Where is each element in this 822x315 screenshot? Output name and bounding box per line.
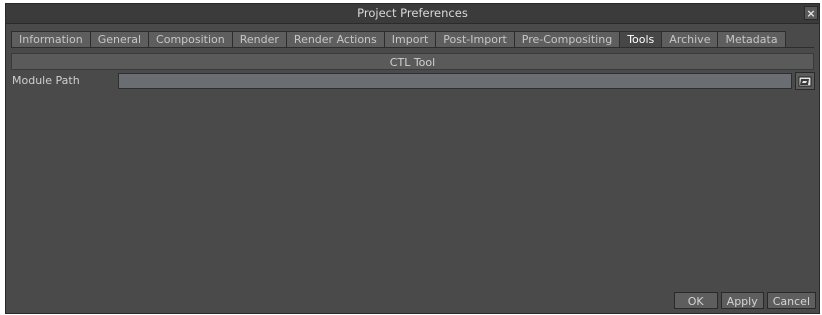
project-preferences-window: Project Preferences × Information Genera… — [5, 3, 820, 314]
browse-button[interactable] — [795, 72, 815, 90]
apply-button[interactable]: Apply — [720, 292, 764, 309]
ok-button[interactable]: OK — [673, 292, 718, 309]
close-icon[interactable]: × — [804, 6, 818, 20]
folder-browse-icon — [798, 76, 812, 87]
tab-metadata[interactable]: Metadata — [717, 31, 786, 48]
section-header-ctl-tool: CTL Tool — [11, 53, 814, 70]
module-path-input[interactable] — [118, 73, 792, 89]
tab-tools[interactable]: Tools — [619, 31, 663, 48]
dialog-buttons: OK Apply Cancel — [673, 292, 816, 309]
tab-archive[interactable]: Archive — [661, 31, 719, 48]
tab-general[interactable]: General — [89, 31, 150, 48]
tab-bar: Information General Composition Render R… — [11, 31, 786, 48]
tab-import[interactable]: Import — [383, 31, 437, 48]
window-title: Project Preferences — [357, 6, 468, 20]
tab-information[interactable]: Information — [11, 31, 91, 48]
tab-post-import[interactable]: Post-Import — [435, 31, 515, 48]
module-path-label: Module Path — [12, 74, 80, 87]
tab-composition[interactable]: Composition — [148, 31, 233, 48]
cancel-button[interactable]: Cancel — [766, 292, 816, 309]
title-bar: Project Preferences × — [6, 4, 819, 24]
tab-render[interactable]: Render — [231, 31, 287, 48]
tab-render-actions[interactable]: Render Actions — [285, 31, 385, 48]
tab-divider — [11, 47, 814, 48]
tab-pre-compositing[interactable]: Pre-Compositing — [513, 31, 621, 48]
